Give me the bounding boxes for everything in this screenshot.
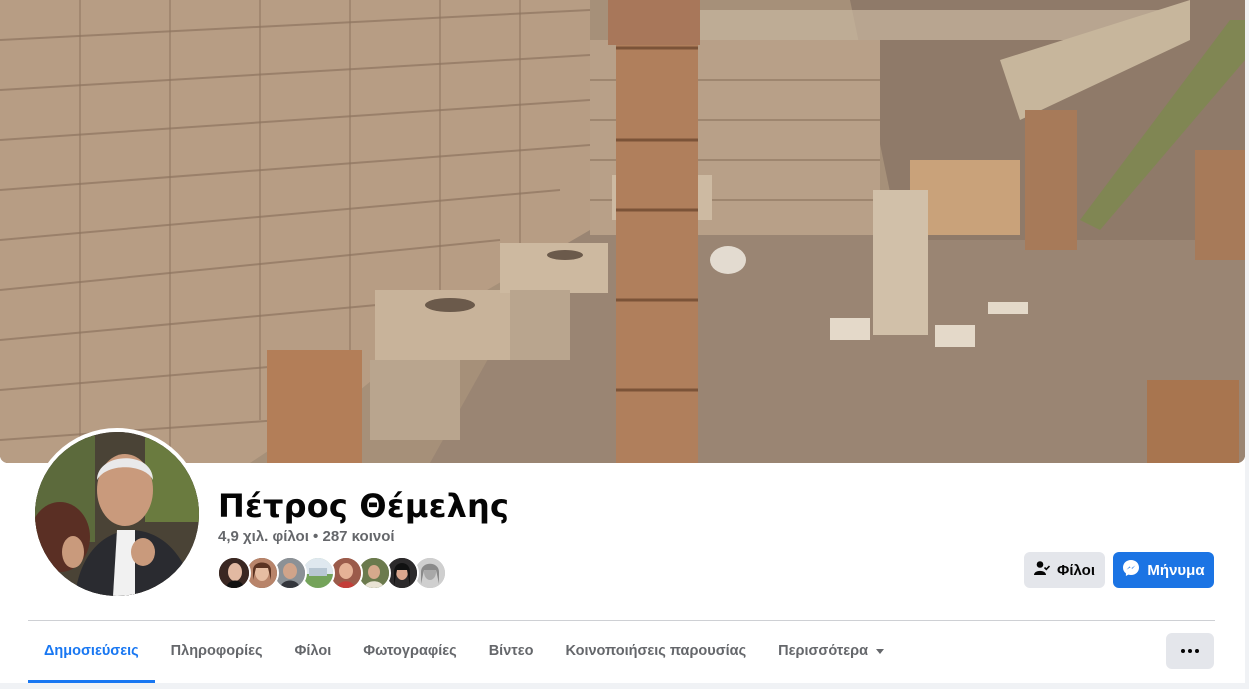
tab-label: Πληροφορίες: [170, 643, 263, 659]
friend-avatar-image: [275, 558, 305, 588]
tab-videos[interactable]: Βίντεο: [473, 621, 550, 681]
profile-name: Πέτρος Θέμελης: [218, 487, 510, 525]
friend-avatar[interactable]: [217, 556, 251, 590]
friend-avatar-image: [303, 558, 333, 588]
more-options-button[interactable]: [1166, 633, 1214, 669]
friend-avatar-image: [387, 558, 417, 588]
page-scrollbar-gutter: [1245, 0, 1249, 689]
caret-down-icon: [876, 648, 885, 654]
messenger-icon: [1122, 559, 1140, 581]
ellipsis-icon: [1181, 649, 1199, 653]
cover-photo-image: [0, 0, 1245, 463]
tab-label: Περισσότερα: [778, 643, 869, 659]
profile-picture-image: [35, 432, 199, 596]
profile-picture[interactable]: [35, 432, 199, 596]
friend-avatar-image: [247, 558, 277, 588]
friend-avatar-image: [359, 558, 389, 588]
tab-label: Βίντεο: [488, 643, 534, 659]
tab-posts[interactable]: Δημοσιεύσεις: [28, 621, 155, 683]
tab-about[interactable]: Πληροφορίες: [155, 621, 279, 681]
message-button-label: Μήνυμα: [1147, 561, 1205, 579]
cover-photo[interactable]: [0, 0, 1245, 463]
friends-count[interactable]: 4,9 χιλ. φίλοι • 287 κοινοί: [218, 528, 395, 545]
friends-button-label: Φίλοι: [1057, 561, 1095, 579]
friends-button[interactable]: Φίλοι: [1024, 552, 1105, 588]
tab-check-ins[interactable]: Κοινοποιήσεις παρουσίας: [549, 621, 762, 681]
tab-label: Δημοσιεύσεις: [44, 643, 139, 659]
tab-friends[interactable]: Φίλοι: [279, 621, 348, 681]
friend-avatar-image: [219, 558, 249, 588]
tab-label: Φίλοι: [294, 643, 332, 659]
tab-label: Κοινοποιήσεις παρουσίας: [565, 643, 747, 659]
tab-photos[interactable]: Φωτογραφίες: [347, 621, 472, 681]
page-background-band: [0, 683, 1249, 689]
tab-more[interactable]: Περισσότερα: [762, 621, 900, 681]
friend-avatar-image: [331, 558, 361, 588]
message-button[interactable]: Μήνυμα: [1113, 552, 1214, 588]
profile-tabs: Δημοσιεύσεις Πληροφορίες Φίλοι Φωτογραφί…: [28, 621, 900, 683]
tab-label: Φωτογραφίες: [363, 643, 457, 659]
friend-avatar-image: [415, 558, 445, 588]
person-check-icon: [1034, 560, 1051, 580]
